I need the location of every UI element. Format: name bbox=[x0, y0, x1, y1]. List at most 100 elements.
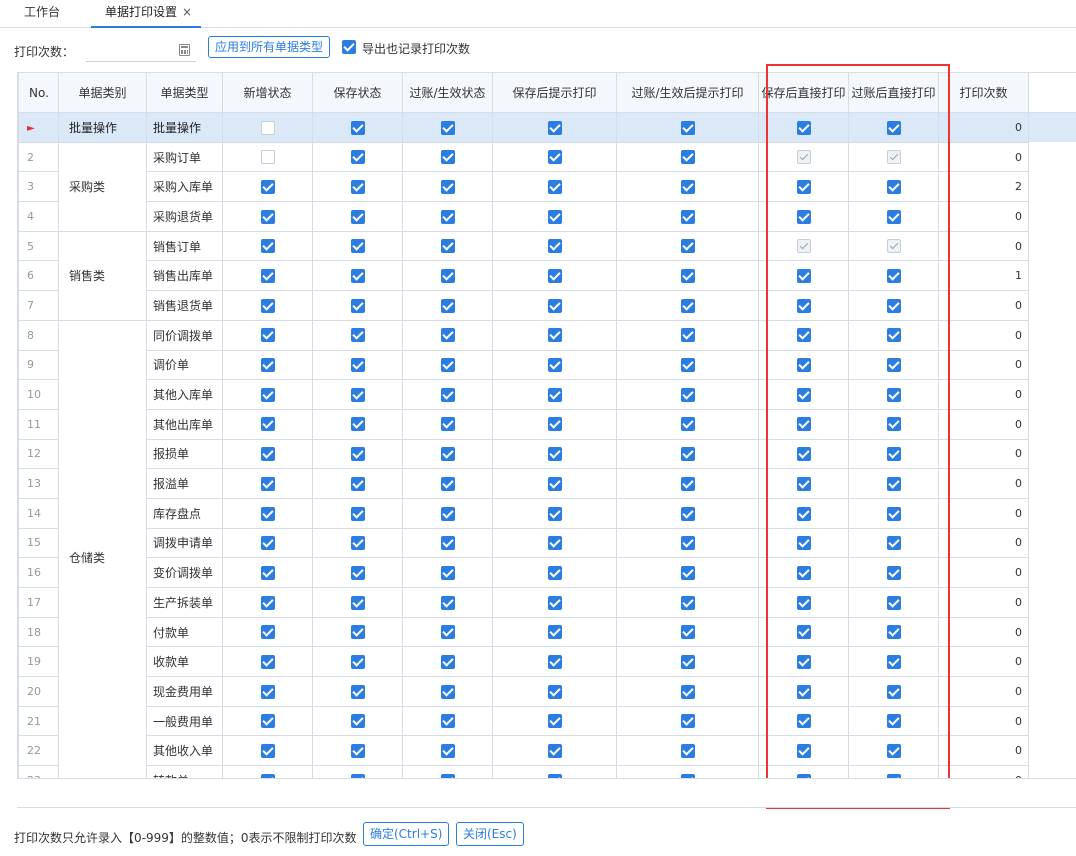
checkbox[interactable] bbox=[350, 744, 365, 759]
table-row[interactable]: 5 销售类 销售订单 0 bbox=[18, 230, 1076, 321]
checkbox[interactable] bbox=[796, 358, 811, 373]
column-header[interactable]: 单据类型 bbox=[146, 72, 223, 113]
print-count-cell[interactable]: 0 bbox=[938, 408, 1029, 440]
checkbox[interactable] bbox=[350, 625, 365, 640]
checkbox[interactable] bbox=[260, 506, 275, 521]
checkbox[interactable] bbox=[260, 269, 275, 284]
table-row[interactable]: 9 调价单 0 bbox=[18, 349, 1076, 381]
checkbox[interactable] bbox=[680, 595, 695, 610]
apply-all-button[interactable]: 应用到所有单据类型 bbox=[208, 36, 331, 58]
checkbox[interactable] bbox=[796, 536, 811, 551]
column-header[interactable]: 打印次数 bbox=[938, 72, 1029, 113]
checkbox[interactable] bbox=[886, 595, 901, 610]
checkbox[interactable] bbox=[350, 239, 365, 254]
checkbox[interactable] bbox=[260, 358, 275, 373]
checkbox[interactable] bbox=[260, 714, 275, 729]
checkbox[interactable] bbox=[680, 120, 695, 135]
print-count-cell[interactable]: 0 bbox=[938, 468, 1029, 499]
checkbox[interactable] bbox=[350, 595, 365, 610]
checkbox[interactable] bbox=[260, 536, 275, 551]
checkbox[interactable] bbox=[886, 417, 901, 432]
checkbox[interactable] bbox=[796, 654, 811, 669]
checkbox[interactable] bbox=[440, 714, 455, 729]
print-count-cell[interactable]: 0 bbox=[938, 616, 1029, 648]
checkbox[interactable] bbox=[547, 506, 562, 521]
ok-button[interactable]: 确定(Ctrl+S) bbox=[363, 822, 450, 846]
column-header[interactable]: No. bbox=[18, 72, 59, 113]
checkbox[interactable] bbox=[796, 328, 811, 343]
checkbox[interactable] bbox=[350, 654, 365, 669]
checkbox[interactable] bbox=[260, 120, 275, 135]
checkbox[interactable] bbox=[547, 298, 562, 313]
checkbox[interactable] bbox=[440, 417, 455, 432]
checkbox[interactable] bbox=[680, 239, 695, 254]
checkbox[interactable] bbox=[260, 417, 275, 432]
checkbox[interactable] bbox=[886, 358, 901, 373]
checkbox[interactable] bbox=[796, 714, 811, 729]
checkbox[interactable] bbox=[886, 654, 901, 669]
print-count-cell[interactable]: 0 bbox=[938, 230, 1029, 262]
checkbox[interactable] bbox=[440, 565, 455, 580]
checkbox[interactable] bbox=[350, 684, 365, 699]
checkbox[interactable] bbox=[440, 387, 455, 402]
checkbox[interactable] bbox=[440, 269, 455, 284]
checkbox[interactable] bbox=[440, 476, 455, 491]
checkbox[interactable] bbox=[547, 239, 562, 254]
checkbox[interactable] bbox=[886, 536, 901, 551]
checkbox[interactable] bbox=[260, 209, 275, 224]
checkbox[interactable] bbox=[547, 120, 562, 135]
print-count-cell[interactable]: 0 bbox=[938, 112, 1029, 143]
column-header[interactable]: 过账后直接打印 bbox=[848, 72, 939, 113]
checkbox[interactable] bbox=[680, 447, 695, 462]
print-count-cell[interactable]: 0 bbox=[938, 349, 1029, 381]
checkbox[interactable] bbox=[886, 625, 901, 640]
checkbox[interactable] bbox=[796, 298, 811, 313]
checkbox[interactable] bbox=[796, 239, 811, 254]
table-row[interactable]: 22 其他收入单 0 bbox=[18, 735, 1076, 767]
checkbox[interactable] bbox=[440, 328, 455, 343]
checkbox[interactable] bbox=[886, 269, 901, 284]
table-row[interactable]: 13 报溢单 0 bbox=[18, 468, 1076, 499]
table-row[interactable]: 20 现金费用单 0 bbox=[18, 676, 1076, 707]
checkbox[interactable] bbox=[886, 506, 901, 521]
checkbox[interactable] bbox=[547, 595, 562, 610]
checkbox[interactable] bbox=[680, 179, 695, 194]
checkbox[interactable] bbox=[547, 684, 562, 699]
checkbox[interactable] bbox=[680, 744, 695, 759]
print-count-cell[interactable]: 0 bbox=[938, 319, 1029, 351]
checkbox[interactable] bbox=[680, 298, 695, 313]
checkbox[interactable] bbox=[680, 625, 695, 640]
checkbox[interactable] bbox=[350, 120, 365, 135]
checkbox[interactable] bbox=[680, 476, 695, 491]
checkbox[interactable] bbox=[547, 387, 562, 402]
checkbox[interactable] bbox=[260, 565, 275, 580]
checkbox[interactable] bbox=[886, 150, 901, 165]
checkbox[interactable] bbox=[796, 565, 811, 580]
tab-workbench[interactable]: 工作台 bbox=[24, 0, 60, 28]
print-count-cell[interactable]: 0 bbox=[938, 587, 1029, 618]
table-row[interactable]: ► 批量操作 批量操作 0 bbox=[18, 112, 1076, 143]
checkbox[interactable] bbox=[260, 387, 275, 402]
checkbox[interactable] bbox=[440, 595, 455, 610]
print-count-cell[interactable]: 0 bbox=[938, 646, 1029, 678]
checkbox[interactable] bbox=[680, 417, 695, 432]
checkbox[interactable] bbox=[350, 209, 365, 224]
checkbox[interactable] bbox=[260, 447, 275, 462]
table-row[interactable]: 4 采购退货单 0 bbox=[18, 201, 1076, 232]
print-count-input[interactable] bbox=[86, 42, 196, 62]
checkbox[interactable] bbox=[886, 179, 901, 194]
checkbox[interactable] bbox=[260, 328, 275, 343]
checkbox[interactable] bbox=[680, 565, 695, 580]
checkbox[interactable] bbox=[680, 387, 695, 402]
checkbox[interactable] bbox=[547, 714, 562, 729]
checkbox[interactable] bbox=[886, 328, 901, 343]
checkbox[interactable] bbox=[796, 684, 811, 699]
checkbox[interactable] bbox=[260, 476, 275, 491]
checkbox[interactable] bbox=[796, 447, 811, 462]
column-header[interactable]: 过账/生效状态 bbox=[402, 72, 493, 113]
checkbox[interactable] bbox=[260, 298, 275, 313]
checkbox[interactable] bbox=[547, 179, 562, 194]
checkbox[interactable] bbox=[440, 239, 455, 254]
checkbox[interactable] bbox=[680, 358, 695, 373]
table-row[interactable]: 17 生产拆装单 0 bbox=[18, 587, 1076, 618]
